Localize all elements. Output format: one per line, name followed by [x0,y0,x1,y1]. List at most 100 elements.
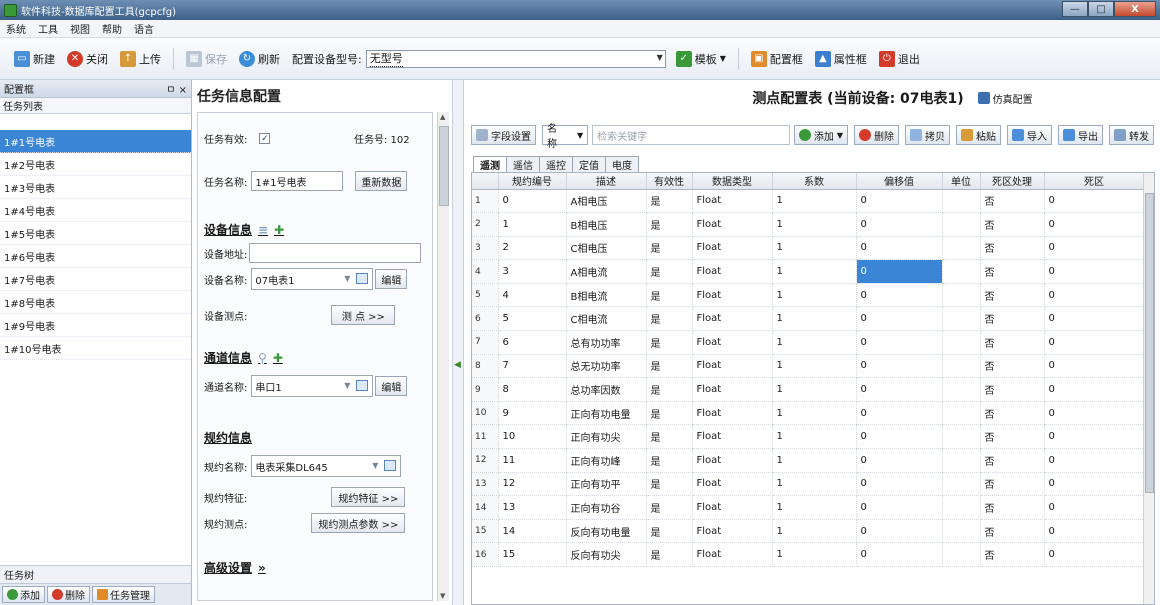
table-cell[interactable]: 8 [498,377,567,402]
table-cell[interactable]: 1 [772,259,857,284]
table-cell[interactable]: Float [692,495,773,520]
table-cell[interactable] [942,495,981,520]
table-cell[interactable]: 是 [646,306,693,332]
column-header[interactable]: 偏移值 [856,173,943,190]
table-cell[interactable] [942,306,981,332]
table-cell[interactable]: 是 [646,189,693,214]
table-row[interactable]: 13 12 正向有功平是 Float 1 0 否 0 [472,472,1145,497]
device-name-select[interactable]: 07电表1 ▼ [251,268,374,290]
column-header[interactable]: 死区 [1044,173,1145,190]
table-cell[interactable]: 0 [856,519,943,544]
task-list-item[interactable]: 1#9号电表 [0,314,191,337]
pin-close-icon[interactable]: ㅁ × [166,81,187,96]
table-cell[interactable]: B相电流 [566,283,647,308]
table-cell[interactable]: 是 [646,542,693,567]
table-cell[interactable]: C相电流 [566,306,647,332]
table-cell[interactable]: 0 [498,189,567,214]
table-cell[interactable]: Float [692,424,773,450]
table-cell[interactable]: Float [692,330,773,355]
table-row[interactable]: 9 8 总功率因数是 Float 1 0 否 0 [472,377,1145,402]
table-cell[interactable]: 否 [980,283,1045,308]
table-cell[interactable]: 总功率因数 [566,377,647,402]
table-cell[interactable]: 14 [498,519,567,544]
table-cell[interactable]: 0 [1044,424,1145,450]
table-icon[interactable] [356,273,369,284]
table-cell[interactable]: 0 [856,377,943,402]
table-cell[interactable]: 正向有功谷 [566,495,647,520]
column-header[interactable]: 系数 [772,173,857,190]
task-list-item[interactable]: 1#2号电表 [0,153,191,176]
task-list-item[interactable]: 1#5号电表 [0,222,191,245]
menu-help[interactable]: 帮助 [96,21,128,36]
column-header[interactable] [472,173,499,190]
table-cell[interactable]: 1 [772,306,857,332]
table-row[interactable]: 11 10 正向有功尖是 Float 1 0 否 0 [472,424,1145,450]
table-cell[interactable]: 0 [1044,495,1145,520]
table-cell[interactable]: 是 [646,330,693,355]
config-box-button[interactable]: ▣ 配置框 [750,50,803,67]
table-cell[interactable] [942,542,981,567]
table-cell[interactable]: 0 [856,401,943,426]
add-device-icon[interactable]: ✚ [274,223,284,237]
task-list-item[interactable]: 1#4号电表 [0,199,191,222]
table-cell[interactable]: Float [692,519,773,544]
import-button[interactable]: 导入 [1007,125,1052,145]
field-settings-button[interactable]: 字段设置 [471,125,536,145]
column-header[interactable]: 单位 [942,173,981,190]
table-cell[interactable]: 10 [498,424,567,450]
table-cell[interactable]: 0 [856,424,943,450]
table-cell[interactable]: 总无功功率 [566,354,647,379]
table-row[interactable]: 5 4 B相电流是 Float 1 0 否 0 [472,283,1145,308]
table-scrollbar-thumb[interactable] [1145,193,1154,493]
table-cell[interactable]: 正向有功尖 [566,424,647,450]
table-cell[interactable]: 否 [980,519,1045,544]
task-tree-tab[interactable]: 任务树 [0,565,191,583]
save-button[interactable]: ▦ 保存 [186,50,227,67]
table-row[interactable]: 1 0 A相电压是 Float 1 0 否 0 [472,189,1145,214]
table-cell[interactable] [942,472,981,497]
scroll-down-icon[interactable]: ▼ [440,592,445,600]
table-cell[interactable]: 0 [1044,519,1145,544]
close-window-button[interactable]: X [1114,1,1156,17]
points-button[interactable]: 测 点 >> [331,305,396,325]
table-cell[interactable] [942,259,981,284]
table-cell[interactable]: 7 [498,354,567,379]
table-cell[interactable]: 否 [980,306,1045,332]
table-row[interactable]: 15 14 反向有功电量是 Float 1 0 否 0 [472,519,1145,544]
table-cell[interactable]: 否 [980,542,1045,567]
table-cell[interactable]: 否 [980,472,1045,497]
table-cell[interactable]: 正向有功平 [566,472,647,497]
table-row[interactable]: 8 7 总无功功率是 Float 1 0 否 0 [472,354,1145,379]
table-cell[interactable]: 是 [646,448,693,473]
table-cell[interactable]: 否 [980,401,1045,426]
task-list-item[interactable]: 1#8号电表 [0,291,191,314]
table-cell[interactable]: 1 [772,448,857,473]
table-cell[interactable]: 0 [856,472,943,497]
table-cell[interactable]: 0 [856,448,943,473]
table-cell[interactable]: 0 [856,354,943,379]
copy-button[interactable]: 拷贝 [905,125,950,145]
table-cell[interactable]: 否 [980,330,1045,355]
table-cell[interactable]: 5 [498,306,567,332]
table-cell[interactable]: 0 [856,189,943,214]
expand-icon[interactable]: » [258,561,266,575]
table-cell[interactable]: 正向有功峰 [566,448,647,473]
column-header[interactable]: 描述 [566,173,647,190]
panel-splitter[interactable]: ◀ [452,80,464,605]
table-cell[interactable]: Float [692,542,773,567]
table-cell[interactable]: 是 [646,259,693,284]
table-cell[interactable] [942,189,981,214]
table-cell[interactable]: 否 [980,448,1045,473]
table-cell[interactable]: 9 [498,401,567,426]
table-cell[interactable]: 2 [498,236,567,261]
table-cell[interactable]: 1 [772,236,857,261]
table-icon[interactable] [356,380,369,391]
tab-point-type[interactable]: 遥控 [539,156,573,172]
template-button[interactable]: ✓ 模板 ▼ [675,50,726,67]
table-cell[interactable]: 总有功功率 [566,330,647,355]
table-cell[interactable]: Float [692,212,773,237]
table-cell[interactable]: Float [692,401,773,426]
table-cell[interactable]: 0 [1044,189,1145,214]
table-cell[interactable]: 1 [772,401,857,426]
table-cell[interactable]: A相电流 [566,259,647,284]
